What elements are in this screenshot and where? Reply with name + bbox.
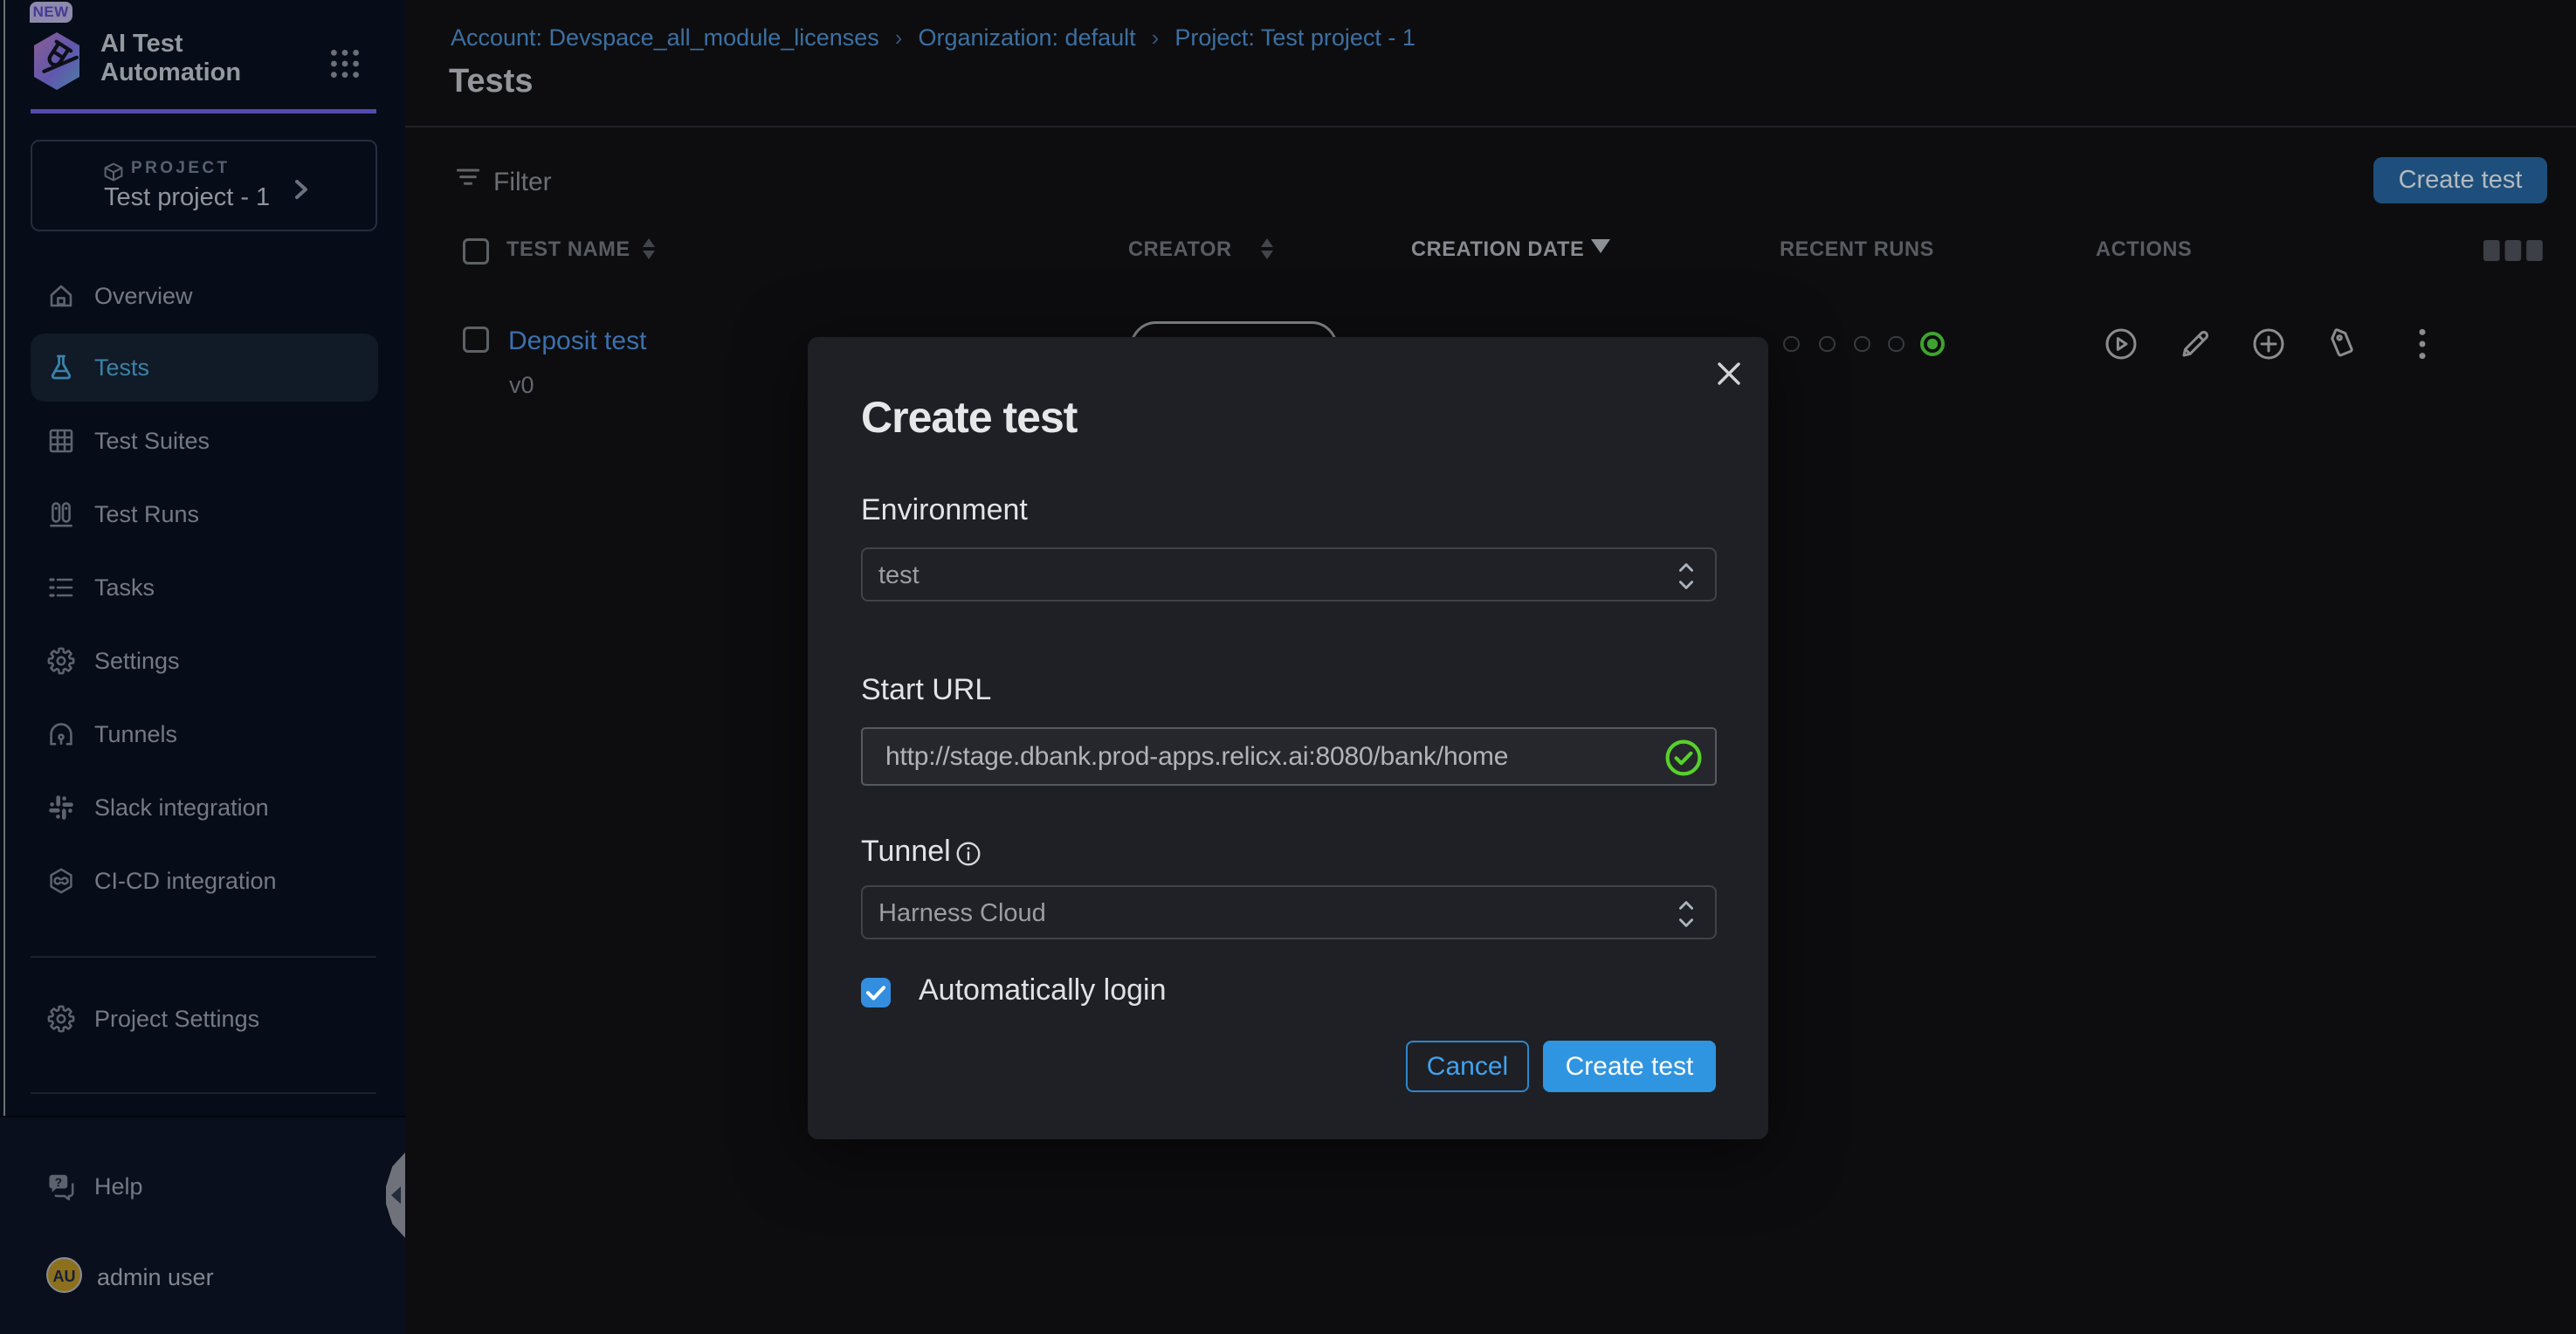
svg-text:?: ? <box>55 1176 62 1189</box>
